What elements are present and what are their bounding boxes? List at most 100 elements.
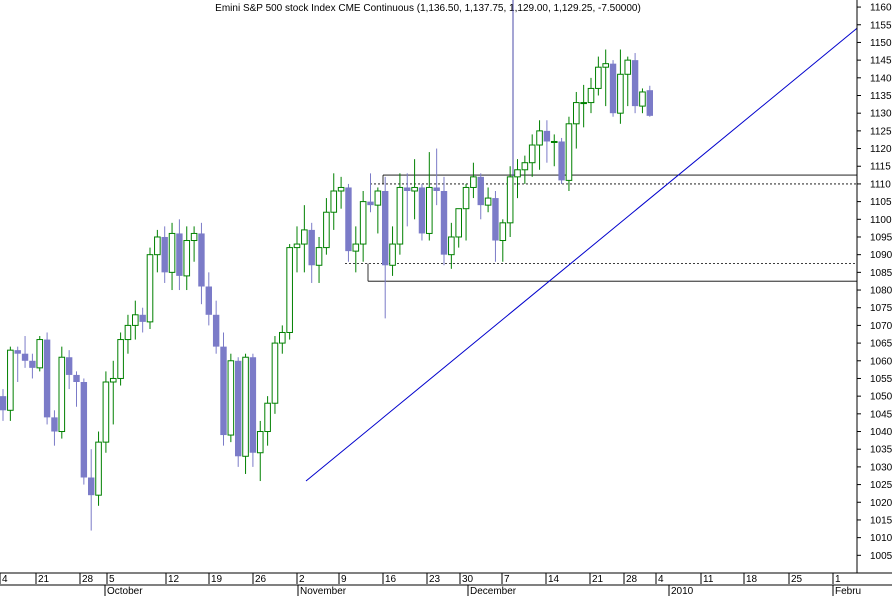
candle [7,346,14,421]
y-tick-label: 1030 [870,462,892,473]
x-day-label: 25 [791,574,803,585]
candlestick-chart: Emini S&P 500 stock Index CME Continuous… [0,0,892,596]
candle [146,247,154,329]
x-month-label: December [470,586,517,596]
candle-body-up [330,190,338,213]
candle-body-up [573,102,580,125]
candle-body-down [249,357,257,453]
y-axis: 1005 1010 1015 1020 1025 1030 1035 1040 1045 1050… [856,0,892,573]
candle-body-down [235,360,242,457]
y-tick-label: 1050 [870,392,892,403]
candle-body-up [536,130,543,146]
candle-body-up [190,232,198,242]
y-tick-label: 1145 [870,56,892,67]
candle-body-down [404,187,411,191]
candle [80,378,88,485]
candle-body-up [146,254,154,323]
candle-body-up [7,349,14,411]
candle-body-down [558,141,565,181]
candle-body-down [543,130,551,142]
candle-body-up [132,314,139,326]
candle-body-down [65,357,73,375]
candle-body-up [374,190,382,206]
candle-body-up [315,247,323,266]
candle [235,357,242,467]
candle-body-up [36,339,44,369]
candle-body-up [514,169,521,178]
candle-body-up [337,186,345,192]
candle [58,346,66,439]
candle-body-down [139,314,146,322]
x-month-label: Febru [835,586,861,596]
y-tick-label: 1105 [870,197,892,208]
y-tick-label: 1015 [870,515,892,526]
candle-body-up [528,144,536,164]
candle [220,332,227,446]
x-day-label: 23 [429,574,441,585]
candle-body-up [617,73,624,114]
x-day-label: 16 [385,574,397,585]
y-tick-label: 1075 [870,303,892,314]
candle-body-up [602,63,610,68]
candle-body-down [73,374,80,382]
candle-body-up [455,208,462,238]
y-tick-label: 1090 [870,250,892,261]
candle-body-down [367,201,374,206]
candle-body-down [631,60,639,107]
candle [609,60,617,117]
x-day-label: 4 [658,574,664,585]
candle-body-down [29,360,36,368]
x-day-label: 30 [462,574,474,585]
candle-body-up [117,339,124,379]
candle-body-up [154,236,161,256]
y-tick-label: 1110 [870,179,891,190]
candle [345,183,352,262]
candle [242,353,249,474]
candle-body-up [448,236,455,256]
y-tick-label: 1005 [870,551,892,562]
candle-body-up [462,186,470,210]
candle [117,332,124,386]
x-day-label: 19 [211,574,223,585]
x-day-label: 9 [341,574,347,585]
candle-body-up [323,211,330,249]
candle-body-down [492,198,499,241]
y-tick-label: 1070 [870,321,892,332]
candle-body-up [587,87,595,104]
candle-body-up [271,342,279,404]
candle-body-up [396,186,404,245]
y-tick-label: 1045 [870,409,892,420]
candle-body-up [352,243,360,252]
candle-body-down [43,339,51,418]
candle-body-down [382,191,389,266]
x-day-label: 1 [835,574,841,585]
candle-body-up [301,229,308,245]
y-tick-label: 1035 [870,445,892,456]
x-day-label: 12 [168,574,180,585]
candle-body-up [499,222,507,242]
candle-body-up [426,186,433,234]
candle-body-down [220,346,227,436]
candle-body-up [168,232,176,273]
candle [43,332,51,425]
y-tick-label: 1060 [870,356,892,367]
plot-background [0,0,857,573]
candle [271,336,279,414]
candle-body-down [345,187,352,252]
candle-body-up [102,381,110,443]
candle-body-down [0,396,7,411]
x-month-label: October [107,586,143,596]
candle-body-up [595,66,602,89]
candle-body-up [256,431,264,454]
y-tick-label: 1080 [870,286,892,297]
x-day-label: 14 [548,574,560,585]
y-tick-label: 1125 [870,126,892,137]
x-day-label: 21 [38,574,50,585]
candle-body-up [484,197,492,206]
candle [286,244,293,340]
x-month-label: November [300,586,347,596]
candle [565,116,573,191]
candle-body-up [109,377,117,383]
candle [36,336,44,372]
x-day-label: 7 [504,574,510,585]
